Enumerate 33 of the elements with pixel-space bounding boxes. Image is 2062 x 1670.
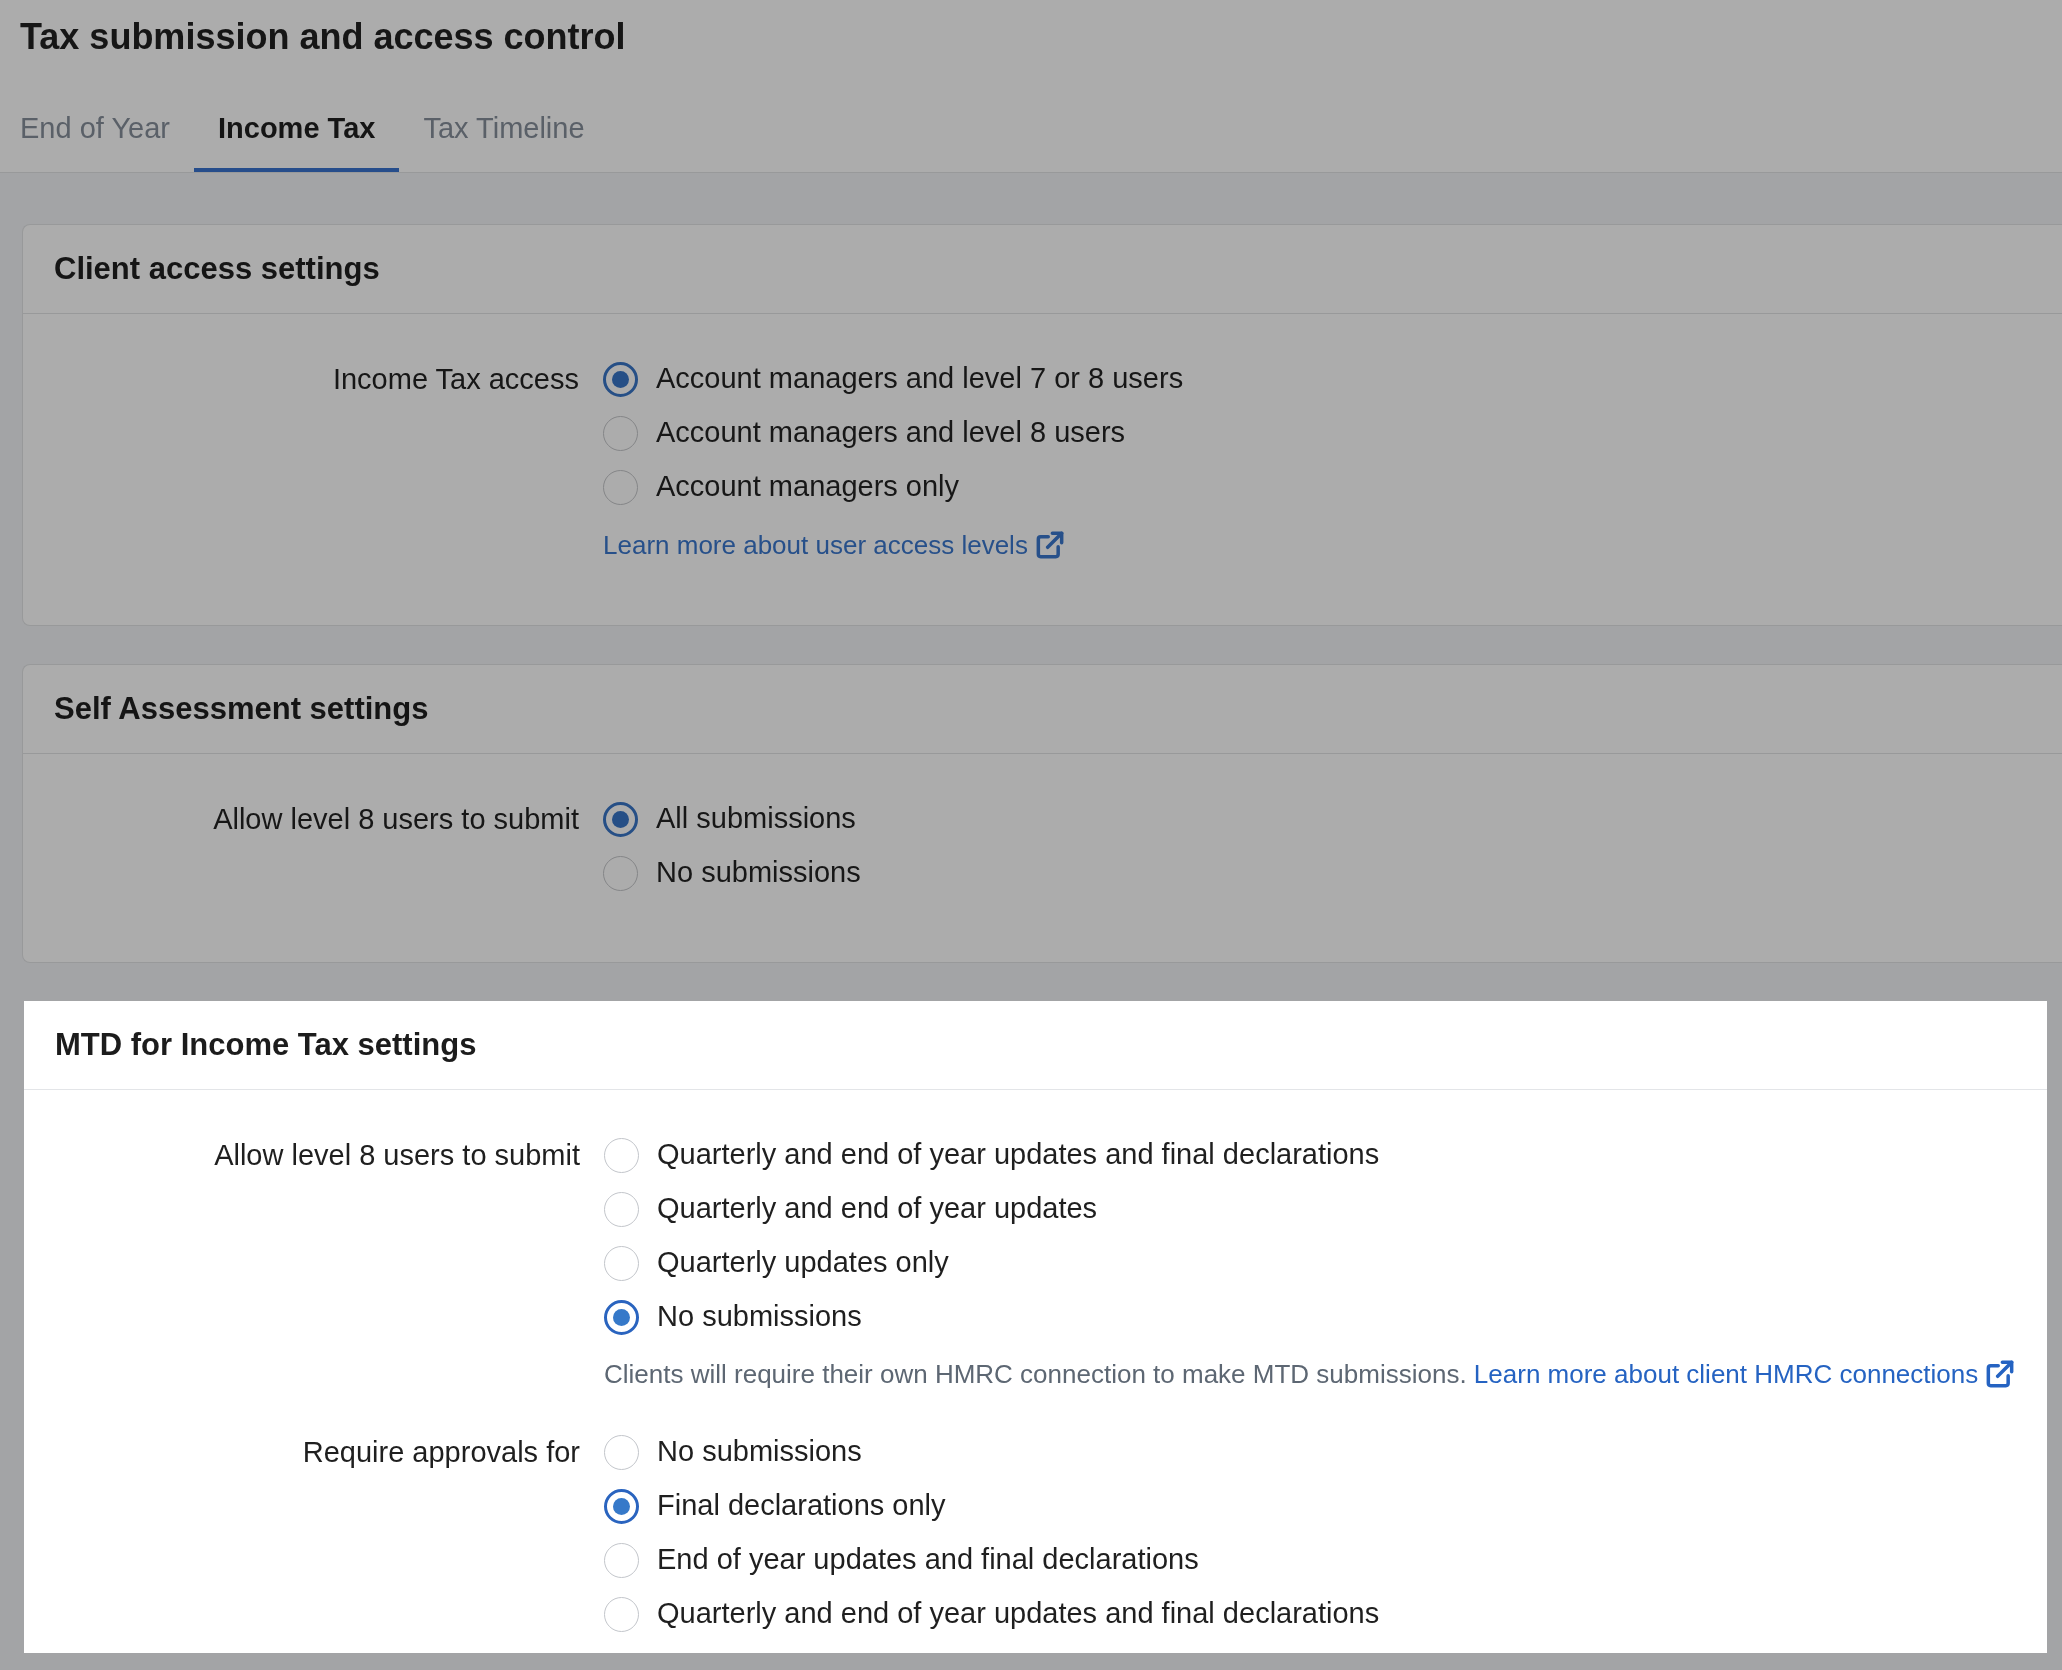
learn-more-link[interactable]: Learn more about client HMRC connections [1473,1356,2015,1392]
card-title: Client access settings [54,249,380,288]
card-title: Self Assessment settings [54,689,429,728]
radio-label: Final declarations only [657,1488,946,1524]
radio-label: All submissions [656,801,856,837]
external-link-icon [1035,531,1064,559]
radio-label: Quarterly and end of year updates and final declarations [657,1596,1380,1632]
radio-label: Account managers and level 8 users [656,415,1126,451]
tab[interactable]: Income Tax [194,90,400,172]
radio-label: No submissions [656,855,861,891]
radio-label: No submissions [657,1434,862,1470]
radio-label: No submissions [657,1299,862,1335]
field-label: Income Tax access [332,362,579,397]
radio-label: End of year updates and final declarations [657,1542,1199,1578]
radio-button[interactable] [603,801,638,837]
tab[interactable]: End of Year [0,90,194,172]
field-label: Allow level 8 users to submit [213,802,579,837]
radio-label: Account managers and level 7 or 8 users [656,361,1184,397]
radio-button[interactable] [603,361,638,397]
page-title: Tax submission and access control [20,15,626,59]
field-label: Require approvals for [302,1435,580,1470]
card-title: MTD for Income Tax settings [55,1025,477,1064]
help-text: Clients will require their own HMRC connection to make MTD submissions. Learn more about client HMRC connections [604,1356,2015,1392]
radio-label: Quarterly updates only [657,1245,949,1281]
field-label: Allow level 8 users to submit [214,1138,580,1173]
learn-more-link[interactable]: Learn more about user access levels [603,527,1064,563]
tab[interactable]: Tax Timeline [399,90,609,172]
radio-label: Quarterly and end of year updates and final declarations [657,1137,1380,1173]
radio-button[interactable] [604,1488,639,1524]
radio-label: Account managers only [656,469,960,505]
radio-label: Quarterly and end of year updates [657,1191,1098,1227]
radio-button[interactable] [604,1299,639,1335]
external-link-icon [1986,1360,2015,1388]
